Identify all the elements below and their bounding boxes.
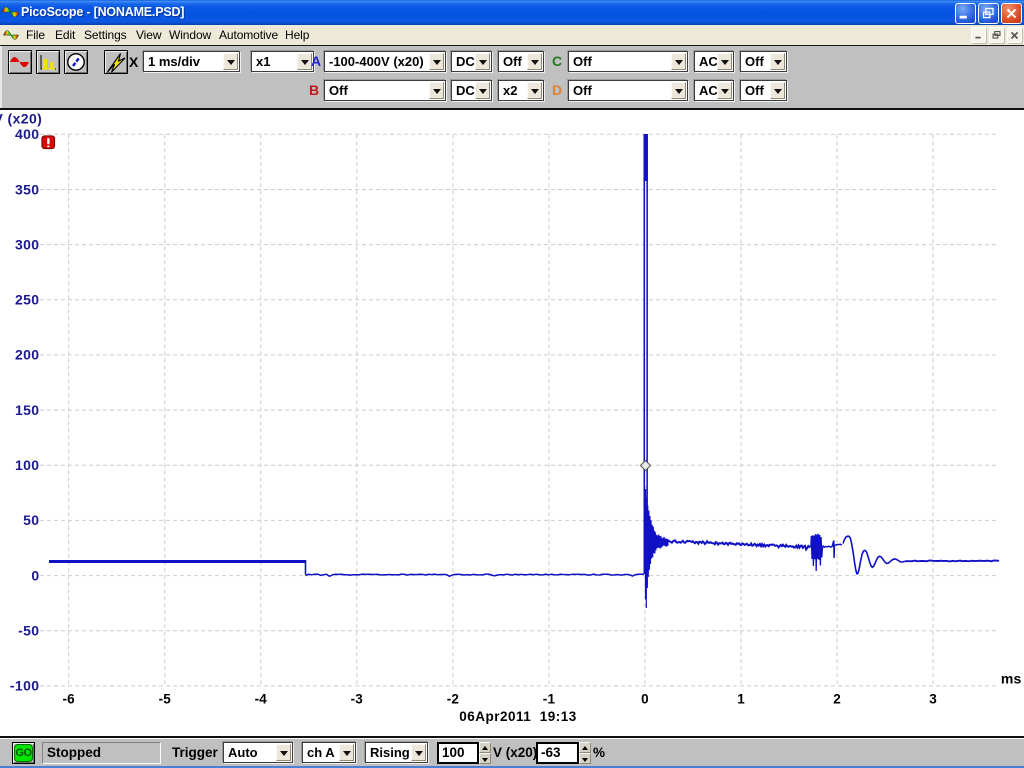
svg-text:50: 50 [23, 512, 39, 528]
svg-text:ms: ms [1001, 671, 1022, 687]
svg-text:2: 2 [833, 692, 841, 707]
svg-text:-1: -1 [543, 692, 556, 707]
svg-text:200: 200 [15, 347, 40, 363]
svg-text:06Apr2011 19:13: 06Apr2011 19:13 [459, 709, 577, 724]
svg-text:-4: -4 [255, 692, 268, 707]
svg-text:V (x20): V (x20) [0, 111, 42, 127]
svg-text:0: 0 [31, 567, 39, 583]
svg-text:-50: -50 [18, 623, 39, 639]
svg-text:400: 400 [15, 126, 40, 142]
svg-text:-100: -100 [10, 678, 40, 694]
svg-text:250: 250 [15, 292, 40, 308]
svg-text:150: 150 [15, 402, 40, 418]
svg-text:-5: -5 [159, 692, 172, 707]
svg-text:350: 350 [15, 181, 40, 197]
svg-text:1: 1 [737, 692, 745, 707]
svg-text:0: 0 [641, 692, 649, 707]
svg-text:100: 100 [15, 457, 40, 473]
svg-text:-3: -3 [351, 692, 364, 707]
svg-text:3: 3 [929, 692, 937, 707]
svg-text:-6: -6 [62, 692, 75, 707]
svg-text:-2: -2 [447, 692, 459, 707]
svg-text:300: 300 [15, 236, 40, 252]
